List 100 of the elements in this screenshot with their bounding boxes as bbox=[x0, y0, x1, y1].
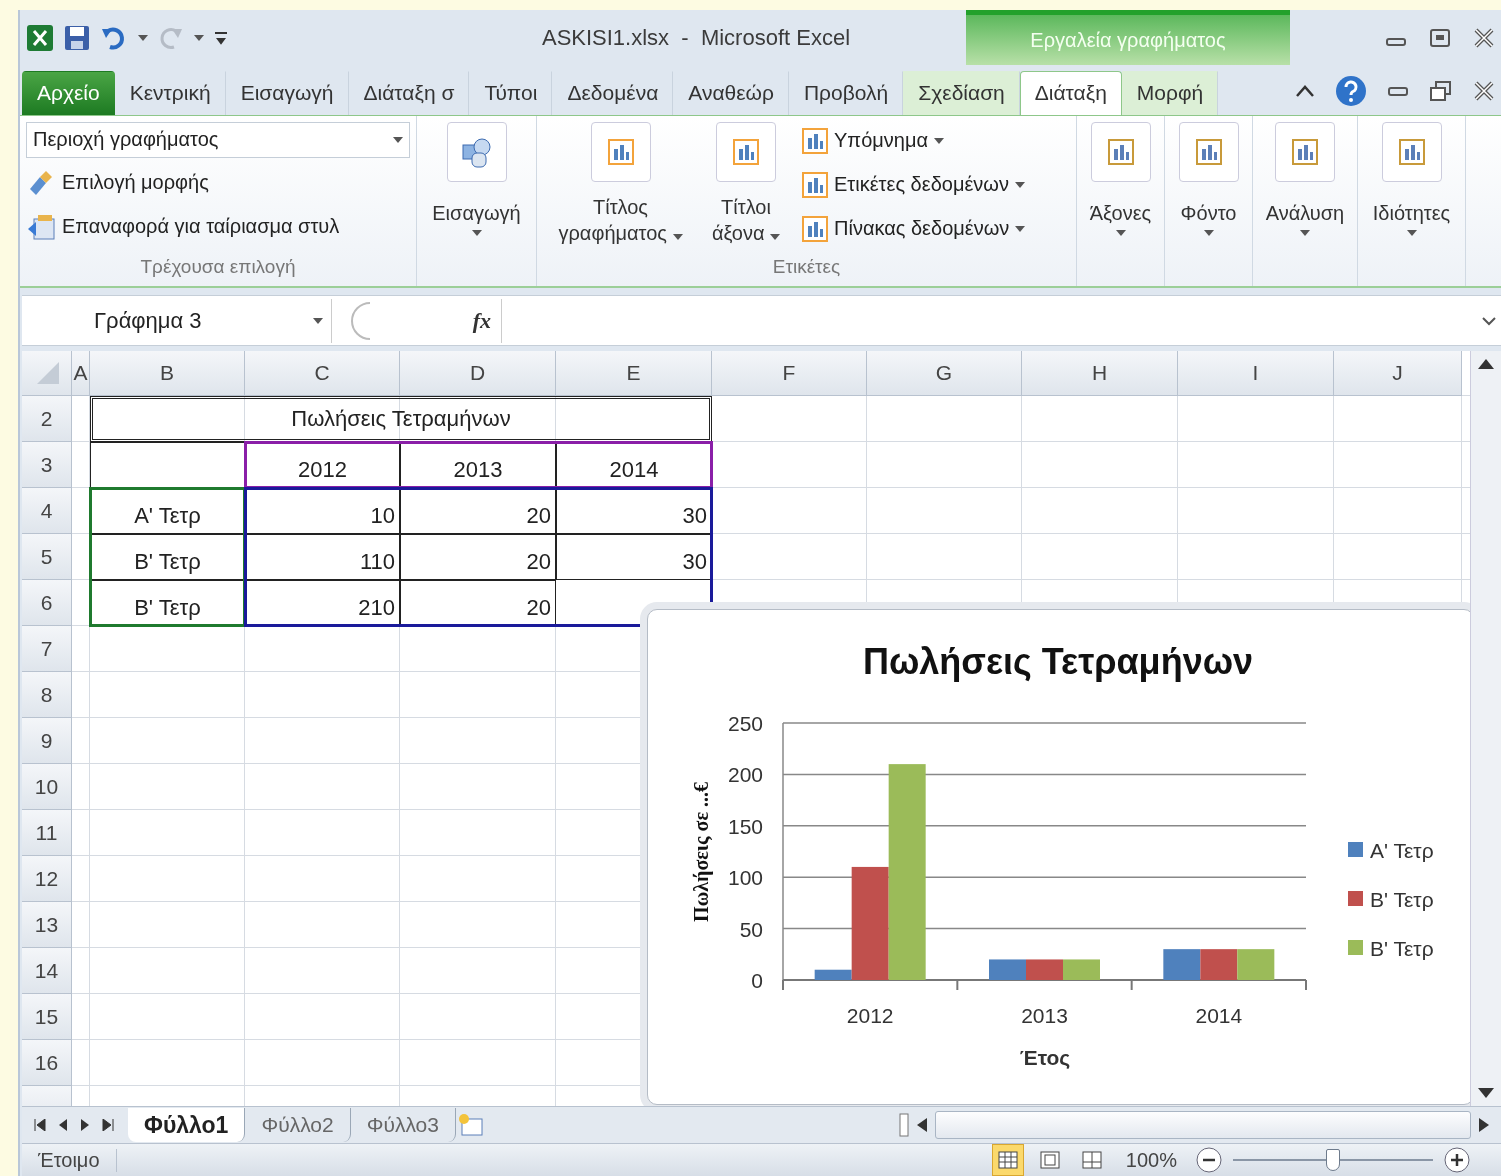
row-header[interactable]: 12 bbox=[22, 856, 72, 903]
last-sheet-icon[interactable] bbox=[102, 1119, 114, 1132]
table-cell: 20 bbox=[400, 488, 556, 535]
column-header[interactable]: B bbox=[90, 351, 245, 397]
axis-title: Έτος bbox=[1019, 1046, 1071, 1070]
ribbon-button[interactable]: Πίνακας δεδομένων bbox=[802, 209, 1026, 248]
axis-tick-label: 100 bbox=[727, 866, 763, 890]
ribbon-tab[interactable]: Διάταξη bbox=[1019, 70, 1122, 115]
previous-sheet-icon[interactable] bbox=[58, 1119, 68, 1132]
legend-icon bbox=[802, 127, 828, 154]
ribbon-button[interactable]: Υπόμνημα bbox=[802, 121, 1026, 160]
row-header[interactable]: 4 bbox=[22, 488, 72, 535]
ribbon-tab[interactable]: Αρχείο bbox=[22, 70, 115, 115]
close-icon[interactable] bbox=[1473, 26, 1495, 49]
restore-icon[interactable] bbox=[1429, 26, 1451, 49]
column-header[interactable]: A bbox=[72, 351, 90, 397]
ribbon-tab[interactable]: Τύποι bbox=[469, 70, 553, 115]
restore-icon[interactable] bbox=[1429, 79, 1453, 102]
row-header[interactable]: 16 bbox=[22, 1040, 72, 1087]
caret-icon bbox=[672, 233, 683, 240]
help-icon[interactable] bbox=[1335, 74, 1367, 107]
caret-icon bbox=[138, 34, 148, 41]
save-icon[interactable] bbox=[64, 24, 90, 51]
sheet-tab[interactable]: Φύλλο3 bbox=[350, 1108, 456, 1143]
axis-tick-label: 50 bbox=[739, 917, 763, 941]
caret-icon bbox=[1015, 181, 1025, 188]
caret-icon bbox=[1115, 229, 1126, 236]
column-header[interactable]: E bbox=[556, 351, 712, 397]
bar bbox=[1063, 959, 1100, 981]
ribbon-button[interactable]: Επαναφορά για ταίριασμα στυλ bbox=[26, 207, 410, 246]
row-header[interactable]: 9 bbox=[22, 718, 72, 765]
empty-cell[interactable] bbox=[90, 442, 245, 489]
ribbon-button[interactable]: Ανάλυση bbox=[1255, 121, 1355, 236]
row-header[interactable]: 2 bbox=[22, 396, 72, 443]
row-header[interactable]: 15 bbox=[22, 994, 72, 1041]
column-header[interactable]: I bbox=[1178, 351, 1334, 397]
first-sheet-icon[interactable] bbox=[34, 1119, 46, 1132]
horizontal-scroll-thumb[interactable] bbox=[935, 1111, 1471, 1140]
ribbon-button[interactable]: Επιλογή μορφής bbox=[26, 163, 410, 202]
ribbon-button[interactable]: Τίτλοι άξονα bbox=[706, 121, 786, 246]
zoom-in-icon[interactable] bbox=[1443, 1146, 1471, 1174]
axis-title: Πωλήσεις σε ...€ bbox=[690, 782, 712, 923]
close-icon[interactable] bbox=[1473, 79, 1495, 102]
sheet-tab[interactable]: Φύλλο1 bbox=[128, 1108, 246, 1143]
zoom-slider-thumb[interactable] bbox=[1326, 1149, 1340, 1171]
zoom-out-icon[interactable] bbox=[1195, 1146, 1223, 1174]
bar bbox=[1163, 949, 1201, 981]
ribbon-tab[interactable]: Σχεδίαση bbox=[903, 70, 1020, 115]
row-header[interactable]: 13 bbox=[22, 902, 72, 949]
column-header[interactable]: F bbox=[712, 351, 867, 397]
scroll-right-icon[interactable] bbox=[1479, 1118, 1489, 1133]
name-box[interactable]: Γράφημα 3 bbox=[22, 298, 332, 343]
insert-function-button[interactable]: fx bbox=[472, 307, 491, 334]
page-layout-icon bbox=[1039, 1151, 1060, 1169]
analysis-icon bbox=[1292, 138, 1318, 165]
ribbon-tab[interactable]: Διάταξη σ bbox=[348, 70, 470, 115]
ribbon-button[interactable]: Άξονες bbox=[1078, 121, 1163, 236]
axes-icon bbox=[1107, 138, 1134, 165]
collapse-ribbon-icon[interactable] bbox=[1295, 83, 1315, 98]
row-header[interactable]: 11 bbox=[22, 810, 72, 857]
row-header[interactable]: 5 bbox=[22, 534, 72, 581]
axis-title-icon bbox=[733, 138, 759, 165]
column-header[interactable]: D bbox=[400, 351, 556, 397]
ribbon-tab[interactable]: Μορφή bbox=[1121, 70, 1219, 115]
axis-tick-label: 2013 bbox=[1021, 1004, 1068, 1028]
ribbon-button[interactable]: Ιδιότητες bbox=[1361, 121, 1462, 236]
column-header[interactable]: C bbox=[245, 351, 400, 397]
column-header[interactable]: J bbox=[1334, 351, 1462, 397]
row-header[interactable]: 14 bbox=[22, 948, 72, 995]
view-button[interactable] bbox=[991, 1144, 1024, 1176]
scroll-left-icon[interactable] bbox=[917, 1118, 927, 1133]
ribbon-tab[interactable]: Εισαγωγή bbox=[225, 70, 349, 115]
chart-element-dropdown[interactable]: Περιοχή γραφήματος bbox=[26, 121, 410, 158]
table-cell: 210 bbox=[245, 580, 400, 627]
row-header[interactable]: 8 bbox=[22, 672, 72, 719]
ribbon-tab[interactable]: Δεδομένα bbox=[552, 70, 674, 115]
zoom-level: 100% bbox=[1124, 1148, 1178, 1172]
vertical-scrollbar[interactable] bbox=[1470, 351, 1501, 1107]
ribbon-tab[interactable]: Κεντρική bbox=[114, 70, 226, 115]
row-header[interactable]: 10 bbox=[22, 764, 72, 811]
expand-icon bbox=[1481, 315, 1497, 326]
caret-icon bbox=[1406, 229, 1417, 236]
ribbon-button[interactable]: Φόντο bbox=[1168, 121, 1249, 236]
ribbon-tab[interactable]: Αναθεώρ bbox=[673, 70, 789, 115]
row-header[interactable]: 6 bbox=[22, 580, 72, 627]
properties-icon bbox=[1398, 138, 1425, 165]
next-sheet-icon[interactable] bbox=[80, 1119, 90, 1132]
split-handle-icon[interactable] bbox=[899, 1113, 909, 1138]
excel-logo-icon[interactable] bbox=[26, 23, 54, 52]
ribbon-button[interactable]: Τίτλος γραφήματος bbox=[543, 121, 698, 246]
column-header[interactable]: H bbox=[1022, 351, 1178, 397]
table-cell: 10 bbox=[245, 488, 400, 535]
bar bbox=[1200, 949, 1238, 981]
sheet-tab[interactable]: Φύλλο2 bbox=[245, 1108, 351, 1143]
axis-tick-label: 2014 bbox=[1195, 1004, 1243, 1028]
row-header[interactable]: 7 bbox=[22, 626, 72, 673]
row-header[interactable]: 3 bbox=[22, 442, 72, 489]
column-header[interactable]: G bbox=[867, 351, 1022, 397]
ribbon-button[interactable]: Ετικέτες δεδομένων bbox=[802, 165, 1026, 204]
ribbon-button[interactable]: Εισαγωγή bbox=[424, 121, 529, 236]
